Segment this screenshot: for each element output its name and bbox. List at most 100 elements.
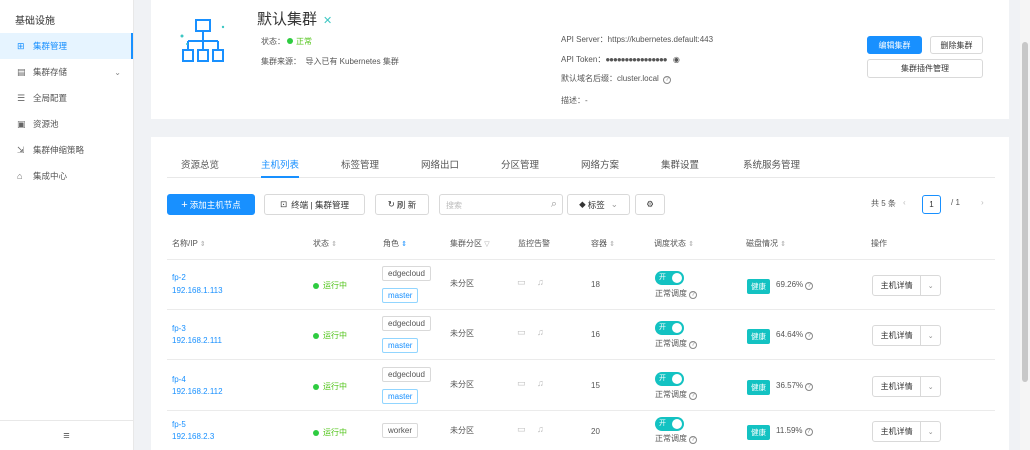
host-list-card: 资源总览 主机列表 标签管理 网络出口 分区管理 网络方案 集群设置 系统服务管… bbox=[151, 137, 1009, 450]
tab-host-list[interactable]: 主机列表 bbox=[261, 157, 300, 178]
tab-overview[interactable]: 资源总览 bbox=[181, 157, 219, 178]
chevron-down-icon[interactable]: ⌄ bbox=[921, 428, 940, 436]
health-badge: 健康 bbox=[747, 380, 770, 395]
tab-tag-management[interactable]: 标签管理 bbox=[341, 157, 379, 178]
bell-icon[interactable]: ♫ bbox=[537, 424, 544, 434]
host-detail-button[interactable]: 主机详情 ⌄ bbox=[872, 376, 941, 397]
sidebar-item-cluster-management[interactable]: ⊞ 集群管理 bbox=[0, 33, 133, 59]
api-server: API Server：https://kubernetes.default:44… bbox=[561, 35, 714, 44]
terminal-icon: ⊡ bbox=[279, 199, 288, 209]
search-input[interactable]: 搜索 ⌕ bbox=[439, 194, 563, 215]
refresh-icon: ↻ bbox=[387, 199, 395, 209]
container-count: 20 bbox=[591, 427, 600, 436]
disk-usage: 11.59%? bbox=[776, 426, 813, 436]
search-icon: ⌕ bbox=[550, 198, 557, 210]
bell-icon[interactable]: ♫ bbox=[537, 378, 544, 388]
chevron-down-icon[interactable]: ⌄ bbox=[921, 282, 940, 290]
col-zone[interactable]: 集群分区 ▽ bbox=[450, 238, 490, 249]
page-input[interactable]: 1 bbox=[922, 195, 941, 214]
tab-zone-management[interactable]: 分区管理 bbox=[501, 157, 539, 178]
monitor-icon[interactable]: ▭ bbox=[517, 277, 526, 288]
role-tag: edgecloud bbox=[382, 266, 431, 281]
cluster-info-card: 默认集群 ✕ 状态： 正常 集群来源： 导入已有 Kubernetes 集群 API… bbox=[151, 0, 1009, 119]
schedule-toggle[interactable]: 开 bbox=[655, 321, 684, 335]
next-page-button[interactable]: › bbox=[981, 198, 984, 207]
host-ip[interactable]: 192.168.2.112 bbox=[172, 387, 223, 396]
col-name[interactable]: 名称/IP ⇕ bbox=[172, 238, 206, 249]
col-status[interactable]: 状态 ⇕ bbox=[313, 238, 337, 249]
zone: 未分区 bbox=[450, 426, 474, 435]
disk-usage: 36.57%? bbox=[776, 381, 814, 391]
bell-icon[interactable]: ♫ bbox=[537, 277, 544, 287]
delete-cluster-button[interactable]: 删除集群 bbox=[930, 36, 983, 54]
host-name[interactable]: fp-3 bbox=[172, 324, 186, 333]
health-badge: 健康 bbox=[747, 279, 770, 294]
add-host-button[interactable]: + 添加主机节点 bbox=[167, 194, 255, 215]
host-ip[interactable]: 192.168.2.111 bbox=[172, 336, 222, 345]
eye-icon[interactable]: ◉ bbox=[673, 55, 680, 64]
monitor-icon[interactable]: ▭ bbox=[517, 327, 526, 338]
settings-button[interactable]: ⚙ bbox=[635, 194, 665, 215]
help-icon: ? bbox=[663, 76, 672, 84]
chevron-down-icon[interactable]: ⌄ bbox=[921, 332, 940, 340]
col-disk[interactable]: 磁盘情况 ⇕ bbox=[746, 238, 786, 249]
page-scrollbar[interactable] bbox=[1020, 0, 1030, 450]
host-detail-button[interactable]: 主机详情 ⌄ bbox=[872, 275, 941, 296]
host-name[interactable]: fp-5 bbox=[172, 420, 186, 429]
host-detail-button[interactable]: 主机详情 ⌄ bbox=[872, 421, 941, 442]
sidebar-item-cluster-storage[interactable]: ▤ 集群存储 ⌄ bbox=[0, 59, 133, 85]
sliders-icon: ☰ bbox=[17, 92, 26, 103]
schedule-toggle[interactable]: 开 bbox=[655, 271, 684, 285]
health-badge: 健康 bbox=[747, 425, 770, 440]
tab-cluster-settings[interactable]: 集群设置 bbox=[661, 157, 699, 178]
sidebar: 基础设施 ⊞ 集群管理 ▤ 集群存储 ⌄ ☰ 全局配置 ▣ 资源池 ⇲ 集群伸缩… bbox=[0, 0, 134, 450]
sidebar-item-integration[interactable]: ⌂ 集成中心 bbox=[0, 163, 133, 189]
health-badge: 健康 bbox=[747, 329, 770, 344]
help-icon: ? bbox=[689, 341, 697, 349]
bell-icon[interactable]: ♫ bbox=[537, 327, 544, 337]
col-schedule[interactable]: 调度状态 ⇕ bbox=[654, 238, 694, 249]
chevron-down-icon[interactable]: ⌄ bbox=[921, 383, 940, 391]
help-icon: ? bbox=[689, 291, 697, 299]
edit-cluster-button[interactable]: 编辑集群 bbox=[867, 36, 922, 54]
tab-bar: 资源总览 主机列表 标签管理 网络出口 分区管理 网络方案 集群设置 系统服务管… bbox=[167, 157, 995, 178]
prev-page-button[interactable]: ‹ bbox=[903, 198, 906, 207]
refresh-button[interactable]: ↻ 刷 新 bbox=[375, 194, 429, 215]
sidebar-item-resource-pool[interactable]: ▣ 资源池 bbox=[0, 111, 133, 137]
schedule-toggle[interactable]: 开 bbox=[655, 417, 684, 431]
tab-network-scheme[interactable]: 网络方案 bbox=[581, 157, 619, 178]
cluster-source: 集群来源： 导入已有 Kubernetes 集群 bbox=[261, 57, 399, 66]
status-badge: 运行中 bbox=[313, 381, 347, 392]
total-count: 共 5 条 bbox=[871, 199, 896, 208]
monitor-icon[interactable]: ▭ bbox=[517, 378, 526, 389]
host-detail-button[interactable]: 主机详情 ⌄ bbox=[872, 325, 941, 346]
host-name[interactable]: fp-2 bbox=[172, 273, 186, 282]
tab-system-services[interactable]: 系统服务管理 bbox=[743, 157, 800, 178]
sidebar-item-scale-policy[interactable]: ⇲ 集群伸缩策略 bbox=[0, 137, 133, 163]
cluster-name: 默认集群 ✕ bbox=[257, 11, 333, 28]
tab-network-egress[interactable]: 网络出口 bbox=[421, 157, 459, 178]
help-icon: ? bbox=[805, 282, 814, 290]
collapse-menu-icon[interactable]: ≡ bbox=[0, 420, 133, 450]
sidebar-item-global-config[interactable]: ☰ 全局配置 bbox=[0, 85, 133, 111]
role-tag: worker bbox=[382, 423, 419, 438]
help-icon: ? bbox=[689, 392, 697, 400]
pin-icon[interactable]: ✕ bbox=[323, 15, 332, 27]
scrollbar-thumb[interactable] bbox=[1022, 42, 1028, 382]
schedule-status: 正常调度? bbox=[655, 433, 697, 444]
host-ip[interactable]: 192.168.1.113 bbox=[172, 286, 223, 295]
terminal-button[interactable]: ⊡ 终端 | 集群管理 bbox=[264, 194, 365, 215]
col-containers[interactable]: 容器 ⇕ bbox=[591, 238, 615, 249]
role-tag: edgecloud bbox=[382, 367, 431, 382]
cluster-plugins-button[interactable]: 集群插件管理 bbox=[867, 59, 983, 78]
schedule-toggle[interactable]: 开 bbox=[655, 372, 684, 386]
host-name[interactable]: fp-4 bbox=[172, 375, 186, 384]
schedule-status: 正常调度? bbox=[655, 338, 697, 349]
host-ip[interactable]: 192.168.2.3 bbox=[172, 432, 214, 441]
monitor-icon[interactable]: ▭ bbox=[517, 424, 526, 435]
col-monitor: 监控告警 bbox=[518, 239, 550, 248]
cluster-description: 描述：- bbox=[561, 96, 588, 105]
col-role[interactable]: 角色 ⇕ bbox=[383, 238, 407, 249]
tag-filter-select[interactable]: ◆ 标签 ⌄ bbox=[567, 194, 630, 215]
scale-icon: ⇲ bbox=[17, 144, 25, 155]
